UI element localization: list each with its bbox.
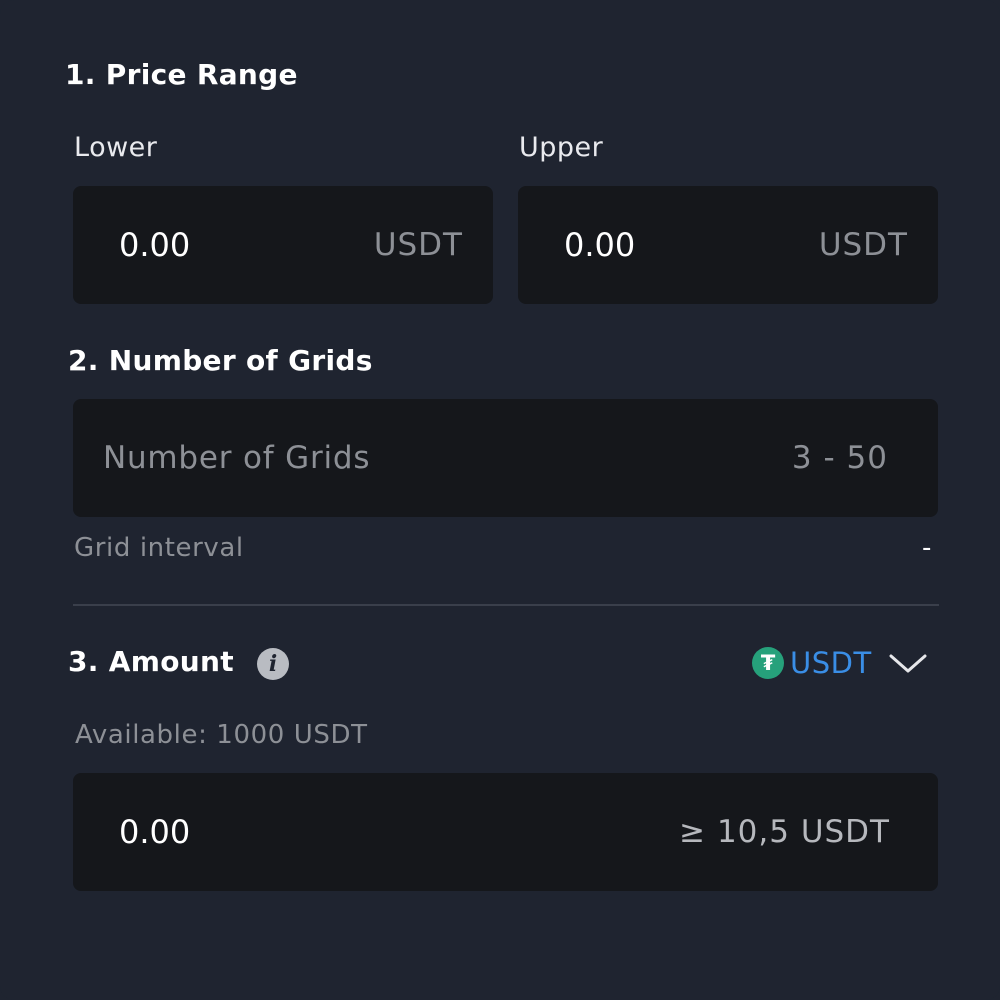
chevron-down-icon (889, 654, 927, 673)
upper-label: Upper (519, 132, 604, 163)
tether-icon: ₮ (752, 647, 784, 679)
upper-price-field[interactable]: 0.00 USDT (518, 186, 938, 304)
number-of-grids-title: 2. Number of Grids (68, 344, 373, 377)
lower-price-unit: USDT (373, 227, 463, 263)
upper-price-unit: USDT (818, 227, 908, 263)
amount-title: 3. Amount (68, 645, 234, 678)
lower-label: Lower (74, 132, 158, 163)
grid-interval-value: - (922, 533, 932, 563)
grid-interval-label: Grid interval (74, 533, 244, 563)
lower-price-value[interactable]: 0.00 (119, 226, 190, 264)
available-balance: Available: 1000 USDT (75, 720, 368, 750)
section-divider (73, 604, 939, 606)
currency-label: USDT (790, 646, 872, 680)
amount-value[interactable]: 0.00 (119, 813, 190, 851)
number-of-grids-field[interactable]: Number of Grids 3 - 50 (73, 399, 938, 517)
amount-field[interactable]: 0.00 ≥ 10,5 USDT (73, 773, 938, 891)
info-icon[interactable]: i (257, 648, 289, 680)
currency-selector[interactable]: ₮ USDT (752, 640, 928, 686)
lower-price-field[interactable]: 0.00 USDT (73, 186, 493, 304)
grid-bot-settings-panel: 1. Price Range Lower Upper 0.00 USDT 0.0… (0, 0, 1000, 1000)
price-range-title: 1. Price Range (65, 58, 298, 91)
amount-min-hint: ≥ 10,5 USDT (679, 814, 890, 850)
number-of-grids-range: 3 - 50 (791, 440, 888, 476)
number-of-grids-placeholder[interactable]: Number of Grids (103, 440, 370, 476)
upper-price-value[interactable]: 0.00 (564, 226, 635, 264)
